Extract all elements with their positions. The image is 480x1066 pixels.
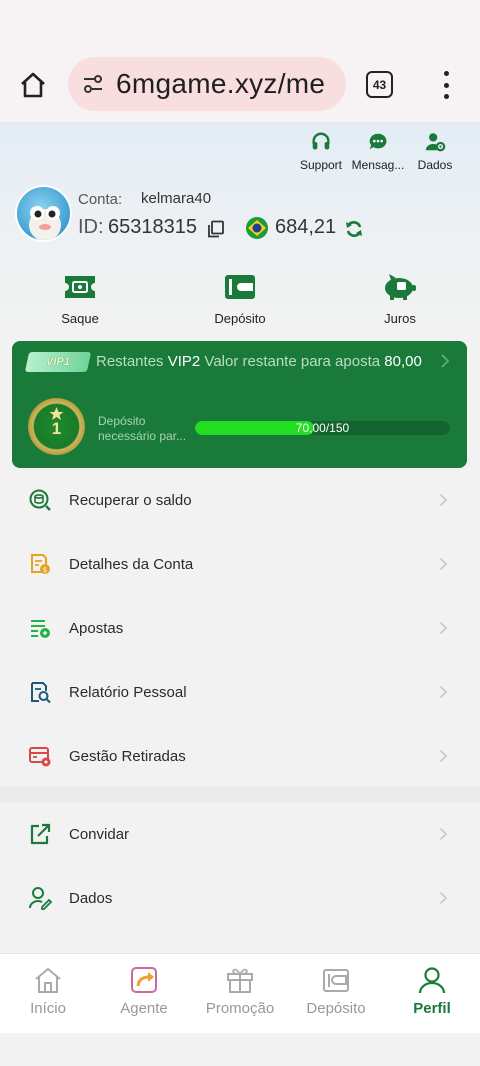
data-button[interactable]: Dados <box>400 130 470 172</box>
deposit-progress-bar: 70,00/150 <box>195 421 450 435</box>
home-icon <box>32 964 64 996</box>
nav-label: Agente <box>120 1000 168 1017</box>
vip-progress-card[interactable]: VIP1 Restantes VIP2 Valor restante para … <box>12 341 467 468</box>
bets-list-icon <box>28 616 52 640</box>
menu-dot <box>443 94 449 99</box>
nav-label: Início <box>30 1000 66 1017</box>
nav-agent[interactable]: Agente <box>96 964 192 1017</box>
menu-label: Convidar <box>69 825 130 843</box>
menu-label: Gestão Retiradas <box>69 747 186 765</box>
chevron-right-icon <box>440 353 450 369</box>
nav-home[interactable]: Início <box>0 964 96 1017</box>
nav-deposit[interactable]: Depósito <box>288 964 384 1017</box>
chevron-right-icon <box>439 621 448 635</box>
nav-promotion[interactable]: Promoção <box>192 964 288 1017</box>
agent-share-icon <box>128 964 160 996</box>
vip-next-level: VIP2 <box>167 353 201 370</box>
system-bottom-area <box>0 1033 480 1066</box>
vip-remaining-prefix: Restantes <box>96 353 164 370</box>
interest-button[interactable]: Juros <box>350 272 450 326</box>
site-settings-icon[interactable] <box>80 71 106 97</box>
menu-label: Apostas <box>69 619 124 637</box>
refresh-icon[interactable] <box>344 219 364 239</box>
chat-icon <box>366 130 390 154</box>
nav-profile[interactable]: Perfil <box>384 964 480 1017</box>
balance-value: 684,21 <box>275 216 337 238</box>
chevron-right-icon <box>439 891 448 905</box>
account-username: kelmara40 <box>141 190 212 207</box>
vip-remaining-line: Restantes VIP2 Valor restante para apost… <box>96 353 422 370</box>
report-search-icon <box>28 680 52 704</box>
vip-remaining-value: 80,00 <box>384 353 422 370</box>
vip-badge: VIP1 <box>24 352 92 372</box>
deposit-required-label: Depósito necessário par... <box>98 414 187 443</box>
chevron-right-icon <box>439 749 448 763</box>
menu-dot <box>443 71 449 76</box>
wallet-icon <box>222 272 258 302</box>
chevron-right-icon <box>439 493 448 507</box>
menu-bets[interactable]: Apostas <box>0 596 480 660</box>
piggy-bank-icon <box>382 272 418 302</box>
menu-label: Recuperar o saldo <box>69 491 192 509</box>
wallet-icon <box>320 964 352 996</box>
nav-label: Perfil <box>413 1000 451 1017</box>
menu-data[interactable]: Dados <box>0 866 480 930</box>
chevron-right-icon <box>439 827 448 841</box>
menu-personal-report[interactable]: Relatório Pessoal <box>0 660 480 724</box>
menu-withdraw-management[interactable]: Gestão Retiradas <box>0 724 480 788</box>
menu-label: Relatório Pessoal <box>69 683 187 701</box>
withdraw-button[interactable]: Saque <box>30 272 130 326</box>
menu-label: Dados <box>69 889 113 907</box>
chevron-right-icon <box>439 685 448 699</box>
section-divider <box>0 786 480 802</box>
url-text[interactable]: 6mgame.xyz/me <box>116 68 325 100</box>
interest-label: Juros <box>384 311 416 326</box>
nav-label: Depósito <box>306 1000 366 1017</box>
user-edit-icon <box>28 886 52 910</box>
vip-badge-text: VIP1 <box>46 356 70 368</box>
data-label: Dados <box>417 158 453 172</box>
user-id: 65318315 <box>108 216 197 238</box>
support-label: Support <box>299 158 343 172</box>
share-icon <box>28 822 52 846</box>
home-icon <box>21 72 45 98</box>
copy-icon[interactable] <box>207 220 225 238</box>
account-details-icon: $ <box>28 552 52 576</box>
withdraw-label: Saque <box>61 311 99 326</box>
menu-account-details[interactable]: $ Detalhes da Conta <box>0 532 480 596</box>
menu-invite[interactable]: Convidar <box>0 802 480 866</box>
browser-menu-button[interactable] <box>436 68 456 102</box>
profile-header: Support Mensag... Dados Conta: kelmara40… <box>0 122 480 334</box>
svg-text:$: $ <box>43 566 47 574</box>
menu-recover-balance[interactable]: Recuperar o saldo <box>0 468 480 532</box>
chevron-right-icon <box>439 557 448 571</box>
tab-switcher-button[interactable]: 43 <box>366 71 393 98</box>
messages-label: Mensag... <box>351 158 405 172</box>
account-label: Conta: <box>78 191 123 208</box>
ticket-icon <box>62 272 98 302</box>
browser-home-button[interactable] <box>14 66 52 104</box>
withdraw-manage-icon <box>28 744 52 768</box>
gift-icon <box>224 964 256 996</box>
menu-dot <box>443 82 449 88</box>
brazil-flag-icon <box>246 217 268 239</box>
deposit-progress-text: 70,00/150 <box>295 421 350 435</box>
vip-remaining-text: Valor restante para aposta <box>204 353 381 370</box>
coin-refresh-icon <box>28 488 52 512</box>
headset-icon <box>309 130 333 154</box>
vip-level-medal: 1 <box>28 398 85 455</box>
deposit-label: Depósito <box>214 311 266 326</box>
browser-toolbar: 6mgame.xyz/me 43 <box>0 0 480 122</box>
deposit-button[interactable]: Depósito <box>190 272 290 326</box>
id-label: ID: <box>78 216 104 238</box>
bottom-navigation: Início Agente Promoção Depósito Perfil <box>0 953 480 1033</box>
avatar[interactable] <box>15 185 72 242</box>
address-bar[interactable]: 6mgame.xyz/me <box>68 57 346 111</box>
user-gear-icon <box>423 130 447 154</box>
nav-label: Promoção <box>205 1000 275 1017</box>
profile-icon <box>416 964 448 996</box>
menu-label: Detalhes da Conta <box>69 555 194 573</box>
